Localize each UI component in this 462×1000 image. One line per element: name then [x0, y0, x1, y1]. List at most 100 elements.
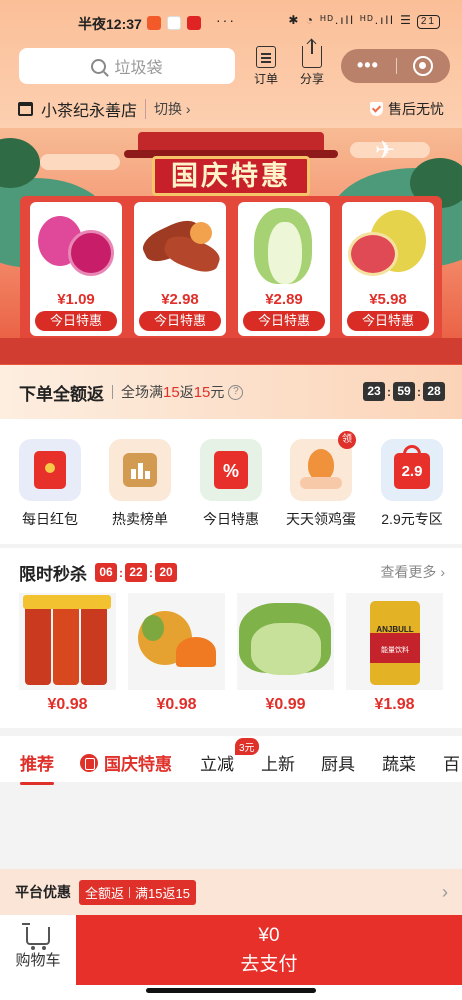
deal-card[interactable]: ¥5.98 今日特惠	[342, 202, 434, 336]
deal-tag: 今日特惠	[139, 311, 221, 331]
ranking-icon	[109, 439, 171, 501]
platform-offer-pill: 全额返 满15返15	[79, 879, 196, 905]
energy-drink-image: ANJBULL 能量饮料	[346, 593, 443, 690]
category-label: 天天领鸡蛋	[286, 511, 356, 527]
deal-price: ¥2.89	[265, 291, 303, 308]
flash-sale-title: 限时秒杀	[19, 565, 87, 584]
countdown-minutes: 59	[393, 382, 415, 401]
capsule-divider	[396, 58, 397, 74]
flash-price: ¥0.99	[265, 696, 306, 713]
flash-price: ¥0.98	[156, 696, 197, 713]
flash-item[interactable]: ¥0.99	[237, 593, 334, 714]
app-notification-icon	[147, 16, 161, 30]
deal-card[interactable]: ¥2.98 今日特惠	[134, 202, 226, 336]
egg-icon: 领	[290, 431, 356, 501]
crane-bird-icon: ✈	[375, 137, 396, 164]
claim-badge: 领	[338, 431, 356, 449]
music-app-icon	[187, 16, 201, 30]
flash-sale-section: 限时秒杀 06 : 22 : 20 查看更多 › ¥0.98 ¥0.98 ¥0.…	[0, 548, 462, 728]
search-input[interactable]: 垃圾袋	[19, 48, 235, 84]
discount-badge: 3元	[235, 738, 259, 755]
view-more-link[interactable]: 查看更多 ›	[380, 562, 445, 582]
cart-total: ¥0	[258, 925, 280, 946]
deal-card[interactable]: ¥2.89 今日特惠	[238, 202, 330, 336]
status-time: 半夜12:37	[78, 16, 142, 32]
flash-price: ¥0.98	[47, 696, 88, 713]
category-tabs: 推荐 国庆特惠 立减 3元 上新 厨具 蔬菜 百	[0, 736, 462, 785]
dragon-fruit-image	[30, 202, 122, 287]
bag-price-text: 2.9	[394, 453, 430, 489]
spicy-snack-image	[19, 593, 116, 690]
after-sale-guarantee[interactable]: 售后无忧	[370, 99, 444, 119]
tab-kitchenware[interactable]: 厨具	[321, 750, 355, 775]
cashback-promo-bar[interactable]: 下单全额返 全场满15返15元 ? 23 : 59 : 28	[0, 365, 462, 419]
promo-title: 下单全额返	[19, 384, 104, 404]
deal-price: ¥1.09	[57, 291, 95, 308]
battery-icon: 21	[416, 15, 440, 29]
pay-button[interactable]: ¥0 去支付	[76, 915, 462, 985]
tab-recommend[interactable]: 推荐	[20, 750, 54, 785]
status-more-dots: ···	[216, 12, 236, 28]
category-label: 2.9元专区	[381, 511, 443, 527]
switch-store-button[interactable]: 切换 ›	[145, 99, 191, 119]
cart-icon	[22, 923, 50, 950]
category-today-deals[interactable]: % 今日特惠	[189, 439, 273, 529]
cart-button[interactable]: 购物车	[0, 915, 76, 985]
shield-check-icon	[370, 102, 383, 116]
search-placeholder: 垃圾袋	[114, 60, 163, 77]
flash-countdown-seconds: 20	[155, 563, 177, 582]
national-day-banner[interactable]: ✈ 国庆特惠 ¥1.09 今日特惠 ¥2.98 今日特惠 ¥2.89 今日特惠	[0, 128, 462, 365]
drink-brand-cn: 能量饮料	[381, 647, 409, 654]
flash-item[interactable]: ¥0.98	[128, 593, 225, 714]
more-menu-button[interactable]: •••	[357, 55, 379, 76]
share-button[interactable]: 分享	[292, 40, 332, 87]
category-hot-ranking[interactable]: 热卖榜单	[98, 439, 182, 529]
orders-button[interactable]: 订单	[246, 46, 286, 87]
pomelo-image	[342, 202, 434, 287]
help-icon[interactable]: ?	[228, 384, 244, 400]
countdown-seconds: 28	[423, 382, 445, 401]
category-label: 每日红包	[22, 511, 78, 527]
deal-price: ¥5.98	[369, 291, 407, 308]
category-daily-eggs[interactable]: 领 天天领鸡蛋	[279, 431, 363, 529]
flash-countdown-hours: 06	[95, 563, 117, 582]
cart-label: 购物车	[15, 952, 61, 969]
store-icon	[18, 102, 33, 116]
order-list-icon	[256, 46, 276, 68]
flash-item[interactable]: ¥0.98	[19, 593, 116, 714]
category-daily-red-envelope[interactable]: 每日红包	[8, 439, 92, 529]
platform-offer-bar[interactable]: 平台优惠 全额返 满15返15 ›	[0, 869, 462, 915]
tab-new-arrivals[interactable]: 上新	[261, 750, 295, 775]
home-indicator[interactable]	[146, 988, 316, 993]
discount-tag-icon: %	[200, 439, 262, 501]
tab-vegetables[interactable]: 蔬菜	[382, 750, 416, 775]
miniapp-capsule: •••	[341, 49, 450, 83]
store-name: 小茶纪永善店	[41, 103, 138, 120]
drink-brand: ANJBULL	[376, 625, 414, 634]
status-bar: 半夜12:37 ··· ✱ ◔ ᴴᴰ.ıll ᴴᴰ.ıll ☰ 21	[0, 8, 462, 38]
flash-item[interactable]: ANJBULL 能量饮料 ¥1.98	[346, 593, 443, 714]
promo-description: 全场满15返15元	[121, 384, 225, 401]
sweet-potato-image	[134, 202, 226, 287]
store-bar: 小茶纪永善店 切换 › 售后无忧	[18, 98, 444, 120]
system-status-icons: ✱ ◔ ᴴᴰ.ıll ᴴᴰ.ıll ☰ 21	[288, 13, 440, 29]
tab-more-categories[interactable]: 百	[443, 750, 460, 775]
deal-card[interactable]: ¥1.09 今日特惠	[30, 202, 122, 336]
platform-offer-title: 平台优惠	[15, 884, 71, 900]
tab-instant-discount[interactable]: 立减	[200, 750, 234, 775]
category-shortcuts: 每日红包 热卖榜单 % 今日特惠 领 天天领鸡蛋 2.9 2.9元专区	[0, 419, 462, 544]
tab-national-day[interactable]: 国庆特惠	[80, 750, 172, 775]
deal-tag: 今日特惠	[243, 311, 325, 331]
close-miniapp-button[interactable]	[413, 56, 433, 76]
banner-title: 国庆特惠	[152, 156, 310, 196]
category-2-9-zone[interactable]: 2.9 2.9元专区	[370, 439, 454, 529]
palace-roof	[124, 132, 338, 158]
category-label: 热卖榜单	[112, 511, 168, 527]
cloud-decoration	[40, 154, 120, 170]
category-label: 今日特惠	[203, 511, 259, 527]
chevron-right-icon: ›	[442, 881, 448, 902]
deal-price: ¥2.98	[161, 291, 199, 308]
napa-cabbage-image	[238, 202, 330, 287]
deal-tag: 今日特惠	[347, 311, 429, 331]
flash-price: ¥1.98	[374, 696, 415, 713]
